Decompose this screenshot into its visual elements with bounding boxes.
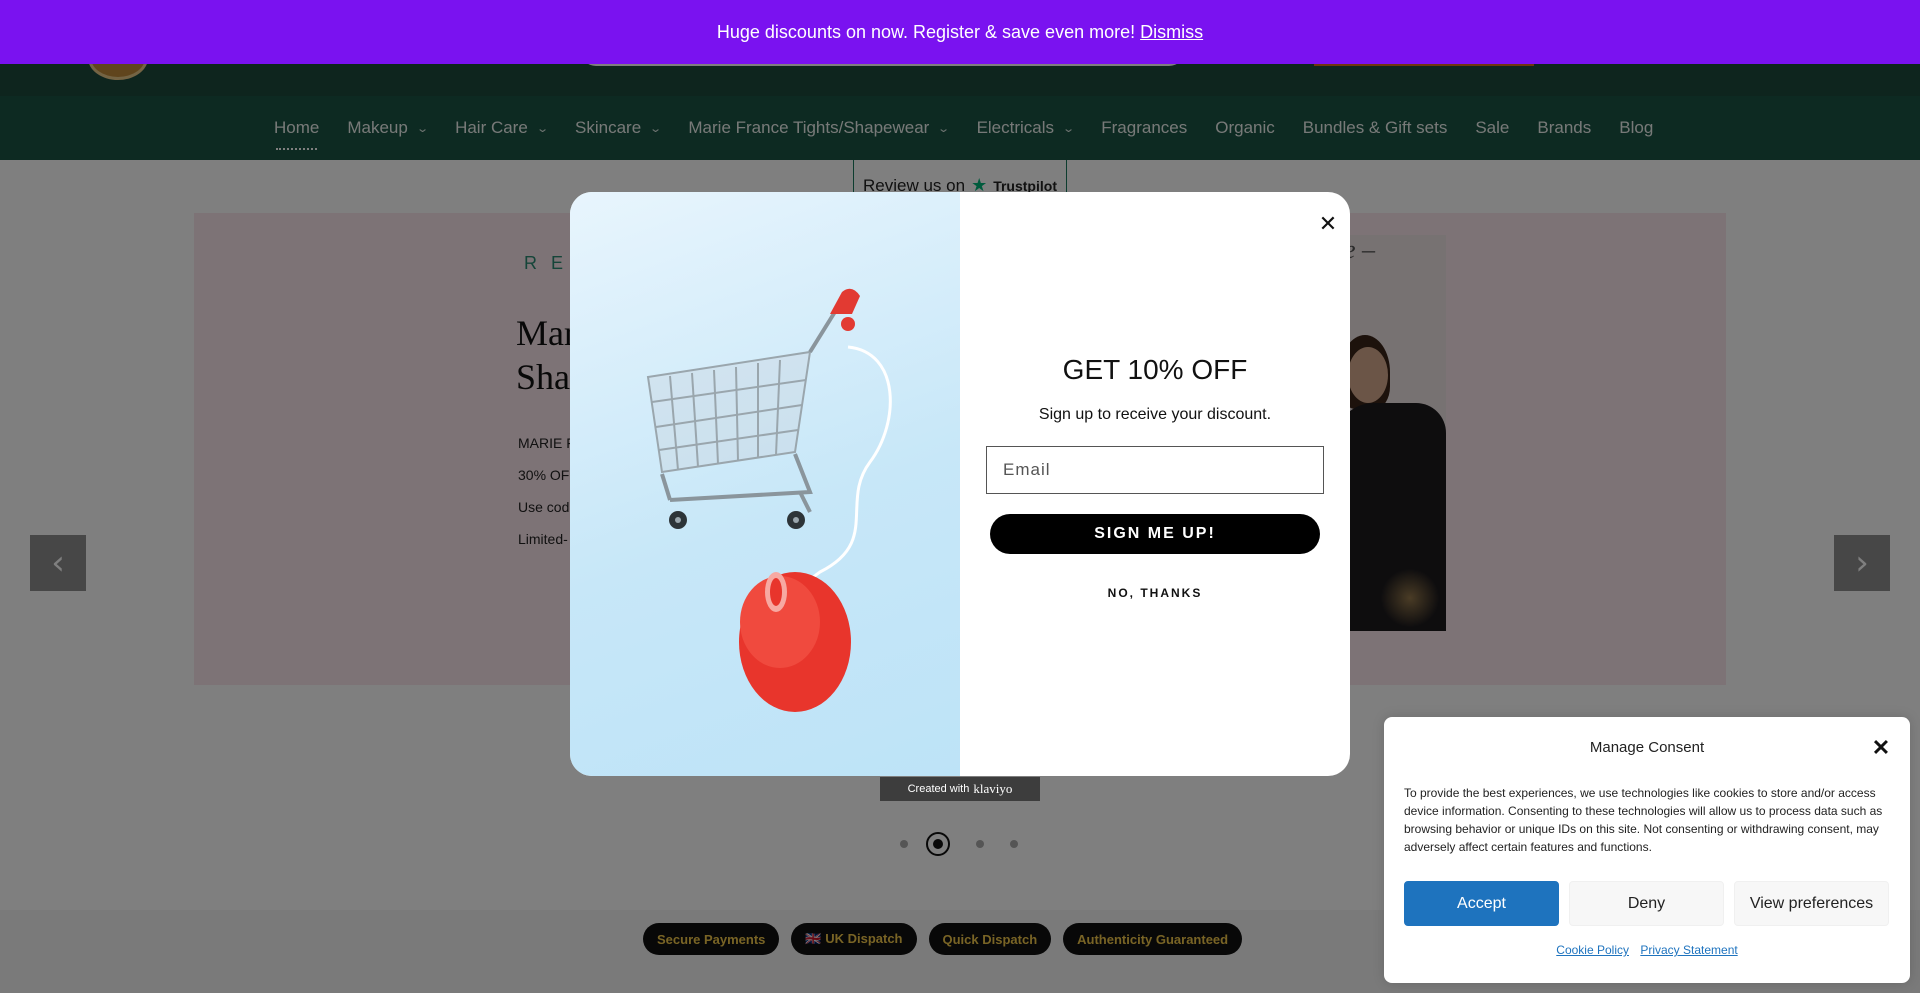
popup-title: GET 10% OFF [1062,354,1248,385]
shopping-cart-mouse-illustration [646,288,892,712]
dismiss-link[interactable]: Dismiss [1140,22,1203,43]
announcement-bar: Huge discounts on now. Register & save e… [0,0,1920,64]
popup-subtitle: Sign up to receive your discount. [1038,406,1272,423]
popup-close-button[interactable]: ✕ [1314,210,1342,238]
klaviyo-logo: klaviyo [973,781,1013,796]
view-preferences-button[interactable]: View preferences [1734,881,1889,926]
cookie-consent-panel: Manage Consent ✕ To provide the best exp… [1384,717,1910,983]
consent-title: Manage Consent [1589,739,1705,756]
no-thanks-button[interactable]: NO, THANKS [960,586,1350,600]
deny-button[interactable]: Deny [1569,881,1724,926]
consent-links: Cookie Policy Privacy Statement [1384,943,1910,957]
consent-close-button[interactable]: ✕ [1868,735,1894,761]
discount-popup: ✕ GET 10% OFF Sign up to receive your di… [570,192,1350,776]
klaviyo-prefix: Created with [907,783,970,795]
popup-image [570,192,960,776]
close-icon: ✕ [1871,735,1891,760]
announcement-text: Huge discounts on now. Register & save e… [716,21,1136,42]
privacy-statement-link[interactable]: Privacy Statement [1640,943,1737,957]
sign-me-up-button[interactable]: SIGN ME UP! [990,514,1320,554]
email-field[interactable] [986,446,1324,494]
accept-button[interactable]: Accept [1404,881,1559,926]
cookie-policy-link[interactable]: Cookie Policy [1556,943,1629,957]
klaviyo-badge[interactable]: Created with klaviyo [880,777,1040,801]
consent-text: To provide the best experiences, we use … [1404,786,1883,854]
close-icon: ✕ [1318,211,1338,237]
